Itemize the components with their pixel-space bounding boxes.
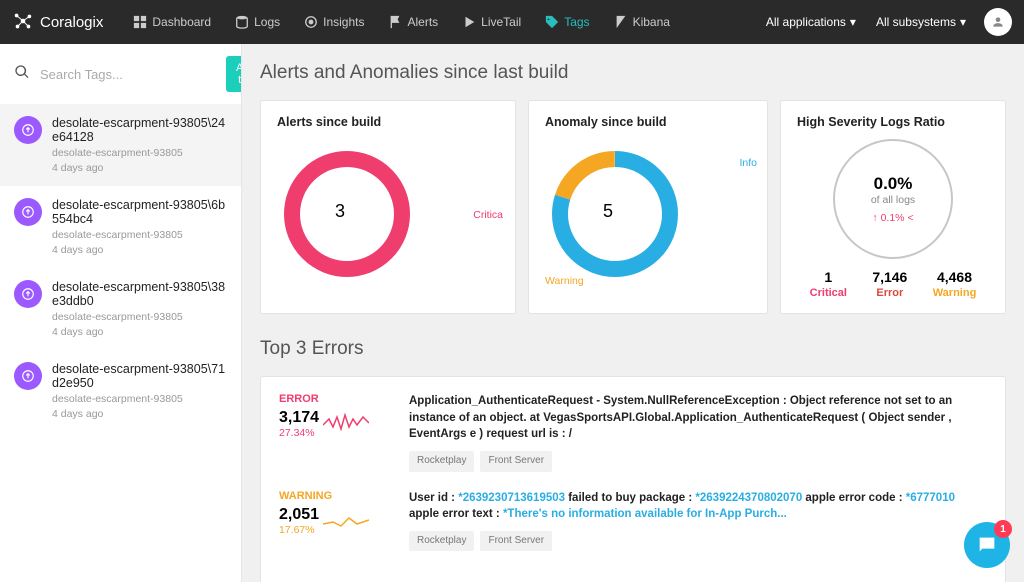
intercom-launcher[interactable]: 1 (964, 522, 1010, 568)
nav-insights[interactable]: Insights (294, 0, 374, 44)
alerts-card: Alerts since build 3 Critica (260, 100, 516, 314)
tag-icon (545, 15, 559, 29)
db-icon (235, 15, 249, 29)
tag-item[interactable]: desolate-escarpment-93805\24e64128desola… (0, 104, 241, 186)
nav-items: DashboardLogsInsightsAlertsLiveTailTagsK… (123, 0, 680, 44)
nav-dashboard[interactable]: Dashboard (123, 0, 221, 44)
add-tag-button[interactable]: Add tag (226, 56, 242, 92)
tag-item[interactable]: desolate-escarpment-93805\38e3ddb0desola… (0, 268, 241, 350)
nav-tags[interactable]: Tags (535, 0, 599, 44)
chip[interactable]: Front Server (480, 531, 552, 552)
tag-item[interactable]: desolate-escarpment-93805\6b554bc4desola… (0, 186, 241, 268)
nav-livetail[interactable]: LiveTail (452, 0, 531, 44)
ratio-ring: 0.0% of all logs ↑ 0.1% < (833, 139, 953, 259)
user-avatar[interactable] (984, 8, 1012, 36)
flag-icon (388, 15, 402, 29)
section-title: Top 3 Errors (260, 338, 1006, 360)
upload-icon (14, 198, 42, 226)
search-icon (14, 64, 30, 85)
chip[interactable]: Front Server (480, 451, 552, 472)
grid-icon (133, 15, 147, 29)
top-nav: Coralogix DashboardLogsInsightsAlertsLiv… (0, 0, 1024, 44)
anomaly-donut (545, 144, 685, 284)
severity-ratio-card: High Severity Logs Ratio 0.0% of all log… (780, 100, 1006, 314)
chevron-down-icon: ▾ (960, 15, 966, 29)
nav-kibana[interactable]: Kibana (604, 0, 680, 44)
brand-name: Coralogix (40, 14, 103, 31)
applications-dropdown[interactable]: All applications▾ (756, 15, 866, 29)
chip[interactable]: Rocketplay (409, 531, 474, 552)
chevron-down-icon: ▾ (850, 15, 856, 29)
upload-icon (14, 116, 42, 144)
error-row: ERROR3,17427.34%Application_Authenticate… (279, 393, 987, 472)
brand-logo[interactable]: Coralogix (12, 10, 103, 35)
play-icon (462, 15, 476, 29)
error-row: WARNING2,05117.67%User id : *26392307136… (279, 490, 987, 552)
search-tags-input[interactable] (40, 67, 216, 82)
main-content: Alerts and Anomalies since last build Al… (242, 44, 1024, 582)
target-icon (304, 15, 318, 29)
upload-icon (14, 362, 42, 390)
anomaly-card: Anomaly since build 5 Warning Info (528, 100, 768, 314)
upload-icon (14, 280, 42, 308)
notification-badge: 1 (994, 520, 1012, 538)
tag-item[interactable]: desolate-escarpment-93805\71d2e950desola… (0, 350, 241, 432)
alerts-donut (277, 144, 417, 284)
chip[interactable]: Rocketplay (409, 451, 474, 472)
kibana-icon (614, 15, 628, 29)
logo-icon (12, 10, 34, 35)
subsystems-dropdown[interactable]: All subsystems▾ (866, 15, 976, 29)
top-errors-panel: ERROR3,17427.34%Application_Authenticate… (260, 376, 1006, 582)
nav-logs[interactable]: Logs (225, 0, 290, 44)
tags-sidebar: Add tag desolate-escarpment-93805\24e641… (0, 44, 242, 582)
nav-alerts[interactable]: Alerts (378, 0, 448, 44)
section-title: Alerts and Anomalies since last build (260, 62, 1006, 84)
